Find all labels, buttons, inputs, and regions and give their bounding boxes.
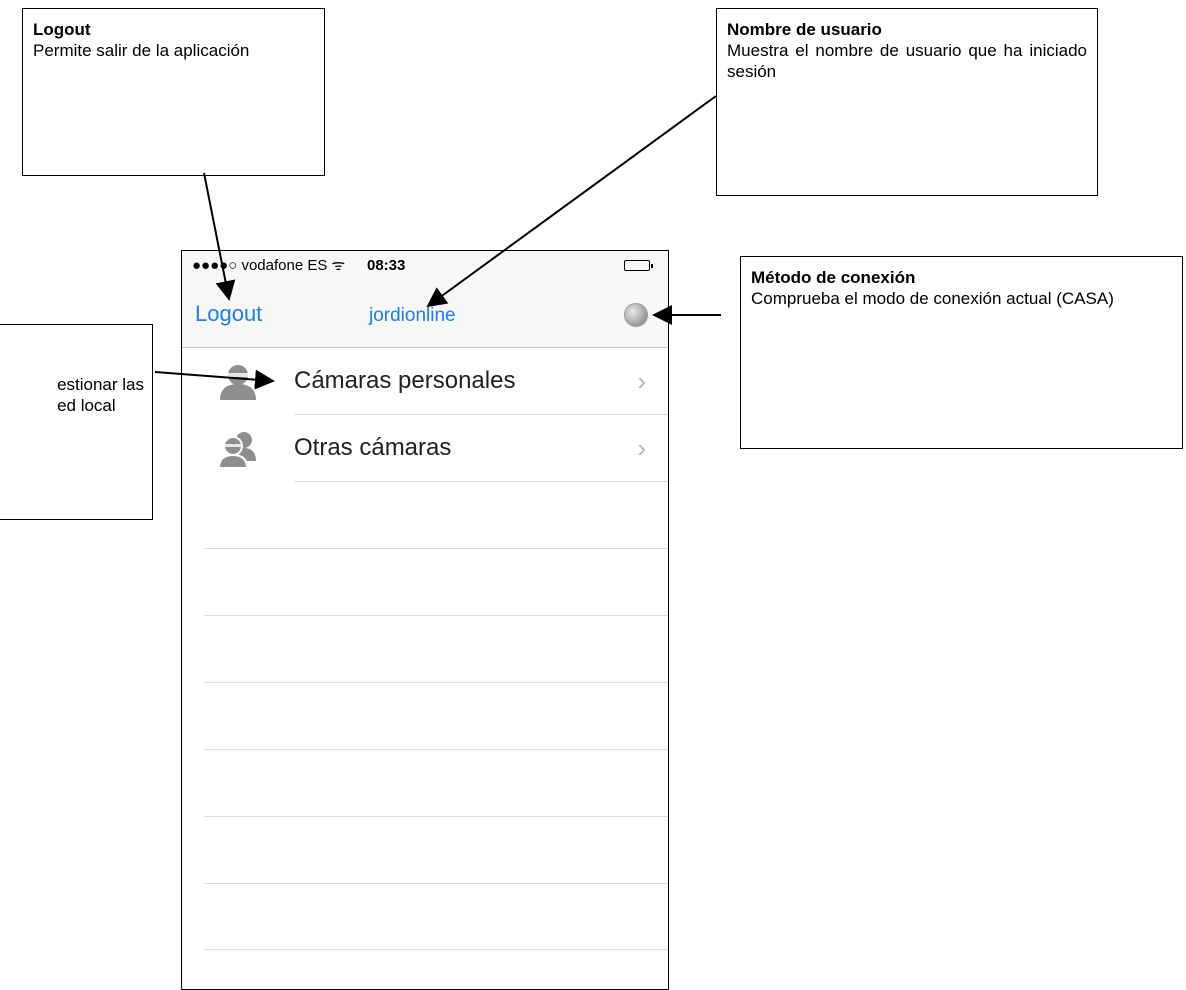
status-bar: ●●●●○ vodafone ES ᯤ 08:33 bbox=[182, 251, 668, 281]
list-item-other-cameras[interactable]: Otras cámaras › bbox=[182, 415, 668, 482]
callout-logout-title: Logout bbox=[33, 20, 91, 39]
phone-screen: ●●●●○ vodafone ES ᯤ 08:33 Logout jordion… bbox=[181, 250, 669, 990]
people-icon bbox=[216, 429, 260, 469]
empty-row-separator bbox=[204, 883, 668, 884]
callout-username-title: Nombre de usuario bbox=[727, 20, 882, 39]
empty-row-separator bbox=[204, 615, 668, 616]
callout-logout: Logout Permite salir de la aplicación bbox=[22, 8, 325, 176]
list-item-label: Cámaras personales bbox=[294, 367, 516, 394]
carrier-label: ●●●●○ vodafone ES ᯤ bbox=[192, 257, 346, 274]
callout-username: Nombre de usuario Muestra el nombre de u… bbox=[716, 8, 1098, 196]
callout-cameras: estionar las ed local bbox=[0, 324, 153, 520]
callout-logout-desc: Permite salir de la aplicación bbox=[33, 41, 250, 60]
callout-connection-title: Método de conexión bbox=[751, 268, 916, 287]
chevron-right-icon: › bbox=[637, 366, 646, 396]
empty-row-separator bbox=[204, 682, 668, 683]
callout-username-desc: Muestra el nombre de usuario que ha inic… bbox=[727, 41, 1087, 81]
callout-cameras-line2: ed local bbox=[57, 396, 116, 415]
callout-cameras-line1: estionar las bbox=[57, 375, 144, 394]
clock-label: 08:33 bbox=[367, 257, 406, 274]
globe-icon[interactable] bbox=[624, 303, 648, 327]
empty-row-separator bbox=[204, 816, 668, 817]
logout-button[interactable]: Logout bbox=[195, 301, 262, 327]
chevron-right-icon: › bbox=[637, 433, 646, 463]
person-icon bbox=[216, 362, 260, 402]
empty-row-separator bbox=[204, 949, 668, 950]
callout-connection-desc: Comprueba el modo de conexión actual (CA… bbox=[751, 289, 1114, 308]
list-item-label: Otras cámaras bbox=[294, 434, 452, 461]
list-item-personal-cameras[interactable]: Cámaras personales › bbox=[182, 348, 668, 415]
empty-row-separator bbox=[204, 548, 668, 549]
navigation-bar: Logout jordionline bbox=[182, 281, 668, 348]
username-title: jordionline bbox=[369, 305, 456, 326]
empty-row-separator bbox=[204, 749, 668, 750]
row-separator bbox=[294, 481, 668, 482]
callout-connection: Método de conexión Comprueba el modo de … bbox=[740, 256, 1183, 449]
battery-icon bbox=[624, 260, 653, 271]
